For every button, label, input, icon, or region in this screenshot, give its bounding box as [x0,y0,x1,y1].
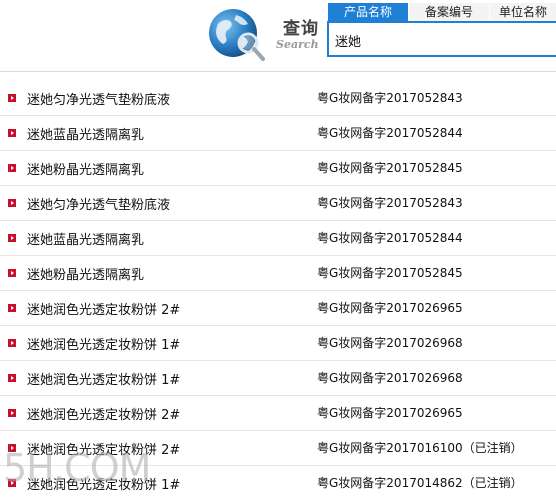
product-name-link[interactable]: 迷她匀净光透气垫粉底液 [27,194,170,213]
search-tabs: 产品名称 备案编号 单位名称 [328,3,556,22]
record-number: 粤G妆网备字2017014862（已注销） [317,476,523,490]
product-name-link[interactable]: 迷她润色光透定妆粉饼 2# [27,299,180,318]
record-number: 粤G妆网备字2017052844 [317,231,463,245]
bullet-arrow-icon [8,199,16,207]
list-item: 迷她润色光透定妆粉饼 1# 粤G妆网备字2017014862（已注销） [0,466,556,501]
bullet-arrow-icon [8,94,16,102]
page-title: 查询 [283,19,319,39]
list-item: 迷她蓝晶光透隔离乳 粤G妆网备字2017052844 [0,221,556,256]
record-number: 粤G妆网备字2017052845 [317,266,463,280]
list-item: 迷她匀净光透气垫粉底液 粤G妆网备字2017052843 [0,81,556,116]
bullet-arrow-icon [8,164,16,172]
record-number: 粤G妆网备字2017052843 [317,196,463,210]
record-number: 粤G妆网备字2017016100（已注销） [317,441,523,455]
list-item: 迷她润色光透定妆粉饼 2# 粤G妆网备字2017016100（已注销） [0,431,556,466]
bullet-arrow-icon [8,374,16,382]
tab-product-name[interactable]: 产品名称 [328,3,408,22]
record-number: 粤G妆网备字2017026968 [317,336,463,350]
record-number: 粤G妆网备字2017026965 [317,406,463,420]
record-number: 粤G妆网备字2017052844 [317,126,463,140]
record-number: 粤G妆网备字2017052843 [317,91,463,105]
product-name-link[interactable]: 迷她润色光透定妆粉饼 1# [27,369,180,388]
list-item: 迷她润色光透定妆粉饼 2# 粤G妆网备字2017026965 [0,396,556,431]
bullet-arrow-icon [8,269,16,277]
list-item: 迷她粉晶光透隔离乳 粤G妆网备字2017052845 [0,256,556,291]
bullet-arrow-icon [8,479,16,487]
header: 查询 Search 产品名称 备案编号 单位名称 [0,0,556,70]
product-name-link[interactable]: 迷她润色光透定妆粉饼 1# [27,474,180,493]
bullet-arrow-icon [8,339,16,347]
bullet-arrow-icon [8,444,16,452]
globe-search-icon [209,9,265,61]
search-box [327,21,556,57]
product-name-link[interactable]: 迷她蓝晶光透隔离乳 [27,229,144,248]
record-number: 粤G妆网备字2017026965 [317,301,463,315]
bullet-arrow-icon [8,129,16,137]
list-item: 迷她粉晶光透隔离乳 粤G妆网备字2017052845 [0,151,556,186]
record-number: 粤G妆网备字2017052845 [317,161,463,175]
tab-company-name[interactable]: 单位名称 [490,3,556,22]
list-item: 迷她润色光透定妆粉饼 1# 粤G妆网备字2017026968 [0,361,556,396]
bullet-arrow-icon [8,234,16,242]
product-name-link[interactable]: 迷她匀净光透气垫粉底液 [27,89,170,108]
product-name-link[interactable]: 迷她粉晶光透隔离乳 [27,264,144,283]
product-name-link[interactable]: 迷她润色光透定妆粉饼 2# [27,404,180,423]
search-input[interactable] [335,30,535,50]
bullet-arrow-icon [8,409,16,417]
product-name-link[interactable]: 迷她润色光透定妆粉饼 1# [27,334,180,353]
product-name-link[interactable]: 迷她润色光透定妆粉饼 2# [27,439,180,458]
list-item: 迷她蓝晶光透隔离乳 粤G妆网备字2017052844 [0,116,556,151]
record-number: 粤G妆网备字2017026968 [317,371,463,385]
product-name-link[interactable]: 迷她蓝晶光透隔离乳 [27,124,144,143]
page-subtitle: Search [276,38,319,51]
bullet-arrow-icon [8,304,16,312]
list-item: 迷她润色光透定妆粉饼 1# 粤G妆网备字2017026968 [0,326,556,361]
product-name-link[interactable]: 迷她粉晶光透隔离乳 [27,159,144,178]
list-item: 迷她匀净光透气垫粉底液 粤G妆网备字2017052843 [0,186,556,221]
header-divider [0,71,556,72]
list-item: 迷她润色光透定妆粉饼 2# 粤G妆网备字2017026965 [0,291,556,326]
tab-record-number[interactable]: 备案编号 [409,3,489,22]
